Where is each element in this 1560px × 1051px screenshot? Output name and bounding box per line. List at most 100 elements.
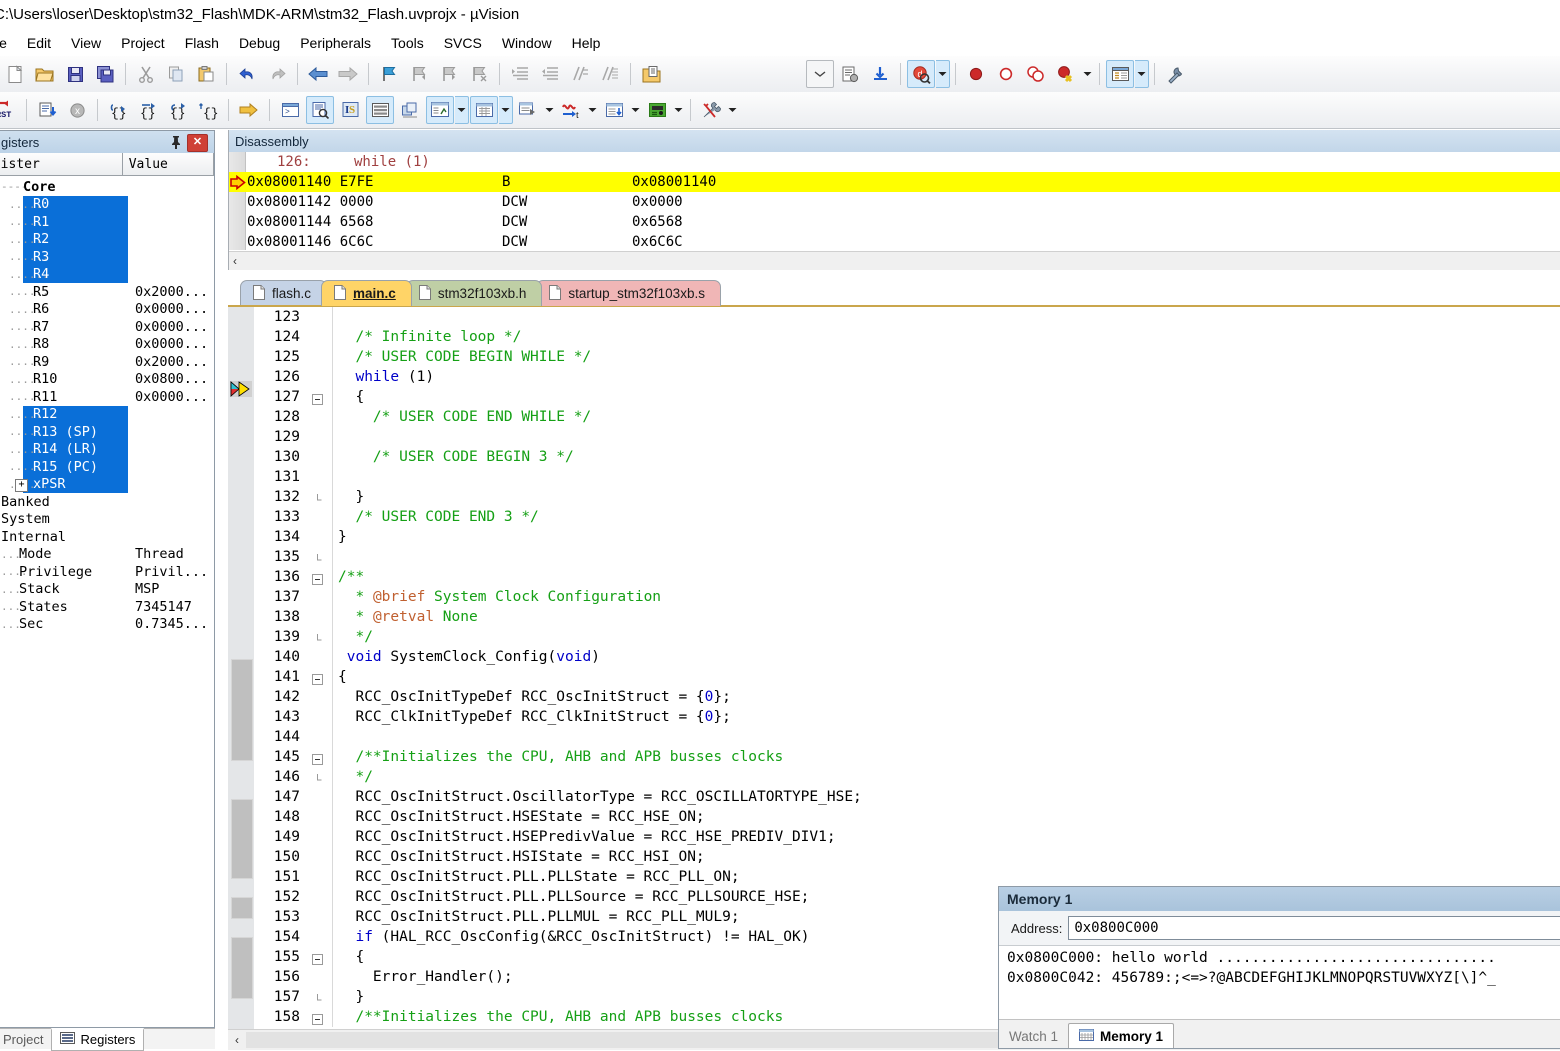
menu-item-edit[interactable]: Edit: [17, 32, 61, 54]
expand-icon[interactable]: +: [15, 478, 28, 492]
code-line[interactable]: 132 }: [254, 487, 1560, 507]
registers-window-icon[interactable]: [366, 96, 394, 124]
editor-tab-flash-c[interactable]: flash.c: [240, 280, 328, 306]
register-row-r13-sp-[interactable]: ...... R13 (SP) 0x2000...: [0, 423, 214, 441]
menu-item-svcs[interactable]: SVCS: [434, 32, 492, 54]
fold-collapse-icon[interactable]: [312, 751, 323, 765]
navigate-forward-icon[interactable]: [334, 60, 362, 88]
code-line[interactable]: 129: [254, 427, 1560, 447]
bookmark-toggle-icon[interactable]: [375, 60, 403, 88]
code-line[interactable]: 134}: [254, 527, 1560, 547]
manage-windows-icon[interactable]: [1106, 60, 1134, 88]
left-pane-tab-registers[interactable]: Registers: [51, 1027, 145, 1051]
breakpoints-dropdown-icon[interactable]: [1081, 61, 1094, 87]
disassembly-row[interactable]: 0x08001146 6C6C DCW 0x6C6C: [229, 232, 1560, 252]
menu-item-view[interactable]: View: [61, 32, 111, 54]
code-line[interactable]: 133 /* USER CODE END 3 */: [254, 507, 1560, 527]
menu-item-flash[interactable]: Flash: [175, 32, 229, 54]
fold-collapse-icon[interactable]: [312, 571, 323, 585]
start-stop-debug-icon[interactable]: d: [907, 60, 935, 88]
register-row-r2[interactable]: ...... R2 0x0000...: [0, 230, 214, 248]
enable-breakpoint-icon[interactable]: [992, 60, 1020, 88]
serial-windows-dropdown-icon[interactable]: [543, 97, 556, 123]
register-row-r0[interactable]: ...... R0 0x4001...: [0, 195, 214, 213]
run-icon[interactable]: [33, 96, 61, 124]
menu-item-peripherals[interactable]: Peripherals: [290, 32, 381, 54]
save-icon[interactable]: [61, 60, 89, 88]
disassembly-window-icon[interactable]: [306, 96, 334, 124]
analysis-windows-icon[interactable]: t: [557, 96, 585, 124]
register-row-r12[interactable]: ...... R12 0x0000...: [0, 405, 214, 423]
address-input[interactable]: 0x0800C000: [1068, 916, 1560, 940]
register-group-system[interactable]: --System: [0, 511, 214, 529]
serial-windows-icon[interactable]: [514, 96, 542, 124]
code-line[interactable]: 137 * @brief System Clock Configuration: [254, 587, 1560, 607]
trace-windows-icon[interactable]: [600, 96, 628, 124]
registers-tree[interactable]: ---- Core...... R0 0x4001......... R1 0x2000.…: [0, 176, 214, 633]
fold-collapse-icon[interactable]: [312, 1011, 323, 1025]
disassembly-row[interactable]: 0x08001144 6568 DCW 0x6568: [229, 212, 1560, 232]
scroll-left-arrow-icon[interactable]: ‹: [233, 254, 237, 268]
code-line[interactable]: 127 {: [254, 387, 1560, 407]
step-out-icon[interactable]: {}: [164, 96, 192, 124]
register-group-core[interactable]: ---- Core: [0, 178, 214, 196]
show-next-statement-icon[interactable]: [235, 96, 263, 124]
menu-item-window[interactable]: Window: [492, 32, 562, 54]
code-line[interactable]: 139 */: [254, 627, 1560, 647]
system-viewer-dropdown-icon[interactable]: [672, 97, 685, 123]
register-row-privilege[interactable]: .... Privilege Privil...: [0, 563, 214, 581]
register-row-r15-pc-[interactable]: ...... R15 (PC) 0x0800...: [0, 458, 214, 476]
call-stack-window-icon[interactable]: [396, 96, 424, 124]
register-row-states[interactable]: .... States 7345147: [0, 598, 214, 616]
menu-item-tools[interactable]: Tools: [381, 32, 434, 54]
manage-windows-dropdown-icon[interactable]: [1135, 60, 1149, 88]
disassembly-body[interactable]: 126: while (1) 0x08001140 E7FE B 0x08001140 0…: [229, 152, 1560, 252]
undo-icon[interactable]: [233, 60, 261, 88]
configure-target-icon[interactable]: [1161, 60, 1189, 88]
editor-breakpoint-margin[interactable]: [228, 307, 255, 1029]
pin-icon[interactable]: [168, 134, 184, 150]
redo-icon[interactable]: [263, 60, 291, 88]
register-row-sec[interactable]: .... Sec 0.7345...: [0, 616, 214, 634]
watch-windows-icon[interactable]: [426, 96, 454, 124]
register-row-stack[interactable]: .... Stack MSP: [0, 581, 214, 599]
code-line[interactable]: 144: [254, 727, 1560, 747]
stop-icon[interactable]: x: [63, 96, 91, 124]
start-stop-debug-dropdown-icon[interactable]: [936, 60, 950, 88]
scroll-left-arrow-icon[interactable]: ‹: [228, 1033, 246, 1047]
code-line[interactable]: 145 /**Initializes the CPU, AHB and APB …: [254, 747, 1560, 767]
register-row-r14-lr-[interactable]: ...... R14 (LR) 0xF000...: [0, 440, 214, 458]
paste-icon[interactable]: [192, 60, 220, 88]
bookmark-prev-icon[interactable]: [405, 60, 433, 88]
register-row-r4[interactable]: ...... R4 0x0800...: [0, 265, 214, 283]
register-row-r7[interactable]: ...... R7 0x0000...: [0, 318, 214, 336]
register-row-r10[interactable]: ...... R10 0x0800...: [0, 371, 214, 389]
toolbox-icon[interactable]: [697, 96, 725, 124]
register-row-r11[interactable]: ...... R11 0x0000...: [0, 388, 214, 406]
kill-all-breakpoints-icon[interactable]: [1052, 60, 1080, 88]
register-group-banked[interactable]: --Banked: [0, 493, 214, 511]
register-row-r9[interactable]: ...... R9 0x2000...: [0, 353, 214, 371]
code-line[interactable]: 143 RCC_ClkInitTypeDef RCC_ClkInitStruct…: [254, 707, 1560, 727]
code-line[interactable]: 151 RCC_OscInitStruct.PLL.PLLState = RCC…: [254, 867, 1560, 887]
fold-collapse-icon[interactable]: [312, 391, 323, 405]
disassembly-row[interactable]: 0x08001142 0000 DCW 0x0000: [229, 192, 1560, 212]
menu-item-project[interactable]: Project: [111, 32, 175, 54]
memory-pane-tab-watch-1[interactable]: Watch 1: [999, 1024, 1068, 1048]
save-all-icon[interactable]: [91, 60, 119, 88]
register-row-r8[interactable]: ...... R8 0x0000...: [0, 336, 214, 354]
disassembly-row[interactable]: 0x08001140 E7FE B 0x08001140: [229, 172, 1560, 192]
code-line[interactable]: 130 /* USER CODE BEGIN 3 */: [254, 447, 1560, 467]
dropdown-chevron-icon[interactable]: [806, 60, 834, 88]
register-row-r5[interactable]: ...... R5 0x2000...: [0, 283, 214, 301]
code-line[interactable]: 123: [254, 307, 1560, 327]
bookmark-next-icon[interactable]: [435, 60, 463, 88]
register-row-r1[interactable]: ...... R1 0x2000...: [0, 213, 214, 231]
command-window-icon[interactable]: >: [276, 96, 304, 124]
cut-icon[interactable]: [132, 60, 160, 88]
menu-item-le[interactable]: le: [0, 32, 17, 54]
editor-tab-startup-stm32f103xb-s[interactable]: startup_stm32f103xb.s: [536, 280, 721, 306]
code-line[interactable]: 124 /* Infinite loop */: [254, 327, 1560, 347]
download-icon[interactable]: [866, 60, 894, 88]
fold-collapse-icon[interactable]: [312, 671, 323, 685]
